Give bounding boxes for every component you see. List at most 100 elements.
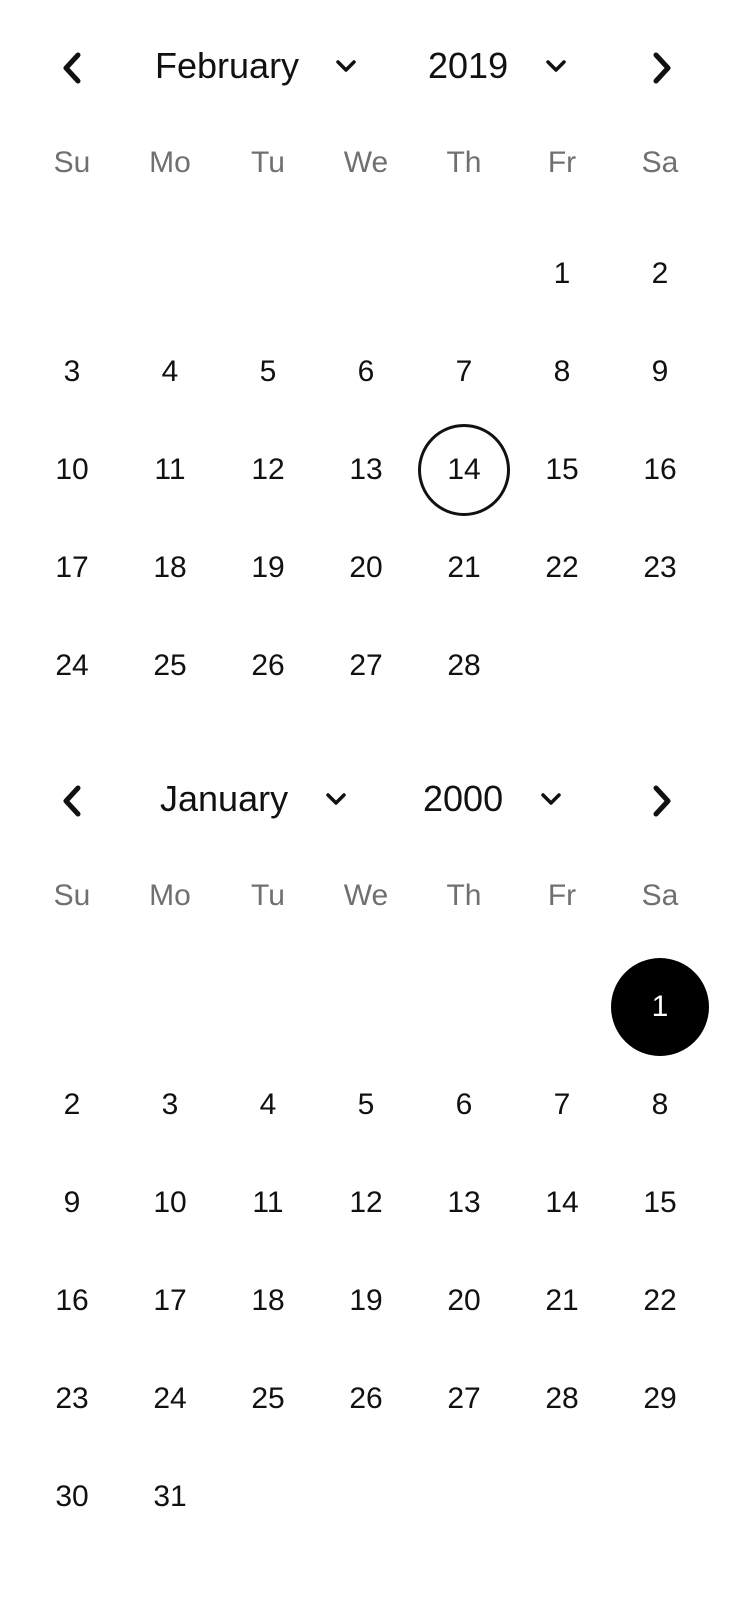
day-cell[interactable]: 17: [23, 519, 121, 617]
day-number: 11: [252, 1186, 284, 1219]
day-number: 29: [643, 1382, 677, 1415]
day-cell[interactable]: 30: [23, 1448, 121, 1546]
day-cell[interactable]: 11: [219, 1154, 317, 1252]
day-cell-empty: [23, 958, 121, 1056]
day-number: 24: [153, 1382, 187, 1415]
day-number: 8: [651, 1088, 669, 1121]
day-number: 13: [447, 1186, 481, 1219]
day-number: 18: [153, 551, 187, 584]
weekday-header-row: Su Mo Tu We Th Fr Sa: [23, 138, 709, 188]
day-cell[interactable]: 2: [611, 225, 709, 323]
day-cell[interactable]: 8: [611, 1056, 709, 1154]
day-cell[interactable]: 1: [513, 225, 611, 323]
year-select[interactable]: 2000: [423, 771, 565, 827]
day-cell[interactable]: 2: [23, 1056, 121, 1154]
weekday-label: Fr: [547, 879, 577, 912]
day-cell-selected[interactable]: 1: [611, 958, 709, 1056]
day-cell[interactable]: 6: [415, 1056, 513, 1154]
day-number: 22: [545, 551, 579, 584]
day-cell[interactable]: 25: [219, 1350, 317, 1448]
day-number: 5: [357, 1088, 375, 1121]
day-cell[interactable]: 4: [219, 1056, 317, 1154]
day-cell[interactable]: 10: [23, 421, 121, 519]
day-cell[interactable]: 7: [513, 1056, 611, 1154]
day-cell[interactable]: 23: [23, 1350, 121, 1448]
day-cell[interactable]: 28: [415, 617, 513, 715]
day-cell[interactable]: 8: [513, 323, 611, 421]
day-cell[interactable]: 20: [415, 1252, 513, 1350]
day-cell[interactable]: 25: [121, 617, 219, 715]
day-cell[interactable]: 9: [611, 323, 709, 421]
day-cell[interactable]: 3: [121, 1056, 219, 1154]
previous-month-button[interactable]: [50, 46, 94, 90]
day-number: 4: [161, 355, 179, 388]
day-cell[interactable]: 22: [513, 519, 611, 617]
day-cell[interactable]: 21: [415, 519, 513, 617]
day-number: 12: [349, 1186, 383, 1219]
day-number: 26: [349, 1382, 383, 1415]
day-number: 30: [55, 1480, 89, 1513]
day-cell[interactable]: 7: [415, 323, 513, 421]
day-cell[interactable]: 9: [23, 1154, 121, 1252]
day-cell[interactable]: 26: [317, 1350, 415, 1448]
day-cell[interactable]: 20: [317, 519, 415, 617]
day-number: 6: [455, 1088, 473, 1121]
day-cell-today[interactable]: 14: [415, 421, 513, 519]
day-cell[interactable]: 17: [121, 1252, 219, 1350]
day-cell[interactable]: 19: [317, 1252, 415, 1350]
chevron-right-icon: [653, 52, 671, 84]
year-select[interactable]: 2019: [428, 38, 570, 94]
previous-month-button[interactable]: [50, 779, 94, 823]
day-cell[interactable]: 12: [219, 421, 317, 519]
year-select-value: 2019: [428, 45, 509, 86]
day-cell[interactable]: 16: [611, 421, 709, 519]
day-cell[interactable]: 4: [121, 323, 219, 421]
day-number: 1: [553, 257, 571, 290]
day-cell[interactable]: 15: [513, 421, 611, 519]
day-number: 9: [63, 1186, 81, 1219]
day-cell[interactable]: 10: [121, 1154, 219, 1252]
day-cell[interactable]: 27: [317, 617, 415, 715]
next-month-button[interactable]: [640, 779, 684, 823]
day-cell[interactable]: 24: [121, 1350, 219, 1448]
day-cell[interactable]: 11: [121, 421, 219, 519]
day-cell-empty: [513, 958, 611, 1056]
weekday-label: Sa: [641, 879, 679, 912]
day-cell[interactable]: 15: [611, 1154, 709, 1252]
day-grid: 1 2 3 4 5 6 7 8 9 10 11 12 13 14 15 16 17 18 19 20 21 22 23 24 2…: [23, 958, 709, 1546]
day-cell[interactable]: 23: [611, 519, 709, 617]
day-cell[interactable]: 16: [23, 1252, 121, 1350]
chevron-right-icon: [653, 785, 671, 817]
chevron-left-icon: [63, 785, 81, 817]
day-cell[interactable]: 26: [219, 617, 317, 715]
day-cell[interactable]: 5: [219, 323, 317, 421]
day-cell[interactable]: 13: [415, 1154, 513, 1252]
day-cell[interactable]: 19: [219, 519, 317, 617]
month-select[interactable]: January: [160, 771, 350, 827]
day-number: 6: [357, 355, 375, 388]
day-cell[interactable]: 29: [611, 1350, 709, 1448]
day-cell[interactable]: 5: [317, 1056, 415, 1154]
day-cell[interactable]: 3: [23, 323, 121, 421]
day-cell[interactable]: 27: [415, 1350, 513, 1448]
day-cell[interactable]: 24: [23, 617, 121, 715]
day-cell[interactable]: 31: [121, 1448, 219, 1546]
day-cell[interactable]: 12: [317, 1154, 415, 1252]
day-cell[interactable]: 6: [317, 323, 415, 421]
day-cell[interactable]: 14: [513, 1154, 611, 1252]
day-cell[interactable]: 13: [317, 421, 415, 519]
day-cell[interactable]: 21: [513, 1252, 611, 1350]
day-cell-empty: [23, 225, 121, 323]
day-cell[interactable]: 28: [513, 1350, 611, 1448]
next-month-button[interactable]: [640, 46, 684, 90]
day-cell[interactable]: 18: [121, 519, 219, 617]
day-cell-empty: [317, 958, 415, 1056]
weekday-label: Su: [53, 879, 91, 912]
day-cell-empty: [317, 225, 415, 323]
day-cell[interactable]: 18: [219, 1252, 317, 1350]
calendar-header: January 2000: [0, 733, 750, 868]
day-number: 21: [545, 1284, 579, 1317]
day-cell[interactable]: 22: [611, 1252, 709, 1350]
weekday-label: We: [343, 879, 389, 912]
month-select[interactable]: February: [155, 38, 360, 94]
